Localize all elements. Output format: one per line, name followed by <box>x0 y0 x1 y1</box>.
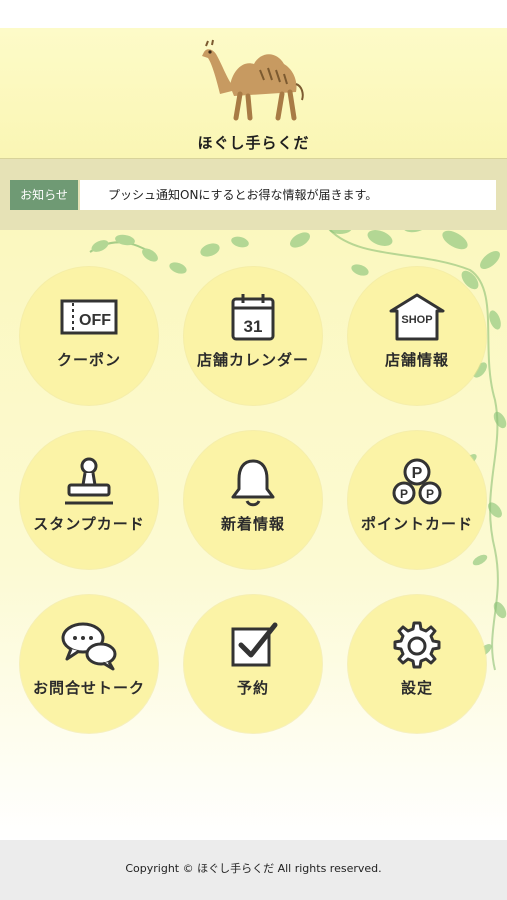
menu-inquiry-talk[interactable]: お問合せトーク <box>20 595 158 733</box>
menu-area: OFF クーポン 31 店舗カレンダー SHOP 店舗情報 スタンプカード 新着… <box>0 230 507 840</box>
menu-settings-label: 設定 <box>400 679 433 697</box>
stamp-icon <box>65 457 113 505</box>
menu-calendar-label: 店舗カレンダー <box>196 351 309 369</box>
shop-icon: SHOP <box>389 293 445 341</box>
menu-shop-info-label: 店舗情報 <box>384 351 449 369</box>
status-bar <box>0 0 507 28</box>
chat-icon <box>61 622 117 671</box>
svg-text:P: P <box>426 487 434 501</box>
svg-text:P: P <box>400 487 408 501</box>
checkbox-icon <box>231 622 278 667</box>
svg-text:OFF: OFF <box>79 312 111 329</box>
menu-coupon-label: クーポン <box>56 351 121 369</box>
news-ticker[interactable]: プッシュ通知ONにするとお得な情報が届きます。 <box>80 180 496 210</box>
coupon-off-icon: OFF <box>60 299 118 335</box>
menu-inquiry-talk-label: お問合せトーク <box>32 679 145 697</box>
svg-text:P: P <box>412 465 423 482</box>
menu-calendar[interactable]: 31 店舗カレンダー <box>184 267 322 405</box>
menu-stamp-card-label: スタンプカード <box>33 515 145 533</box>
menu-point-card[interactable]: P P P ポイントカード <box>348 431 486 569</box>
menu-coupon[interactable]: OFF クーポン <box>20 267 158 405</box>
menu-reservation[interactable]: 予約 <box>184 595 322 733</box>
menu-news[interactable]: 新着情報 <box>184 431 322 569</box>
svg-text:31: 31 <box>244 317 263 336</box>
menu-stamp-card[interactable]: スタンプカード <box>20 431 158 569</box>
menu-settings[interactable]: 設定 <box>348 595 486 733</box>
points-icon: P P P <box>392 458 442 505</box>
app-header: ほぐし手らくだ <box>0 28 507 158</box>
menu-shop-info[interactable]: SHOP 店舗情報 <box>348 267 486 405</box>
menu-point-card-label: ポイントカード <box>360 515 473 533</box>
calendar-icon: 31 <box>231 294 275 341</box>
brand-name: ほぐし手らくだ <box>197 134 310 152</box>
gear-icon <box>393 621 441 669</box>
news-bar[interactable]: お知らせ プッシュ通知ONにするとお得な情報が届きます。 <box>0 158 507 231</box>
svg-text:SHOP: SHOP <box>401 314 432 326</box>
news-tag: お知らせ <box>10 180 78 210</box>
footer: Copyright © ほぐし手らくだ All rights reserved. <box>0 840 507 900</box>
menu-news-label: 新着情報 <box>220 515 285 533</box>
copyright-text: Copyright © ほぐし手らくだ All rights reserved. <box>125 862 382 875</box>
camel-logo <box>202 39 304 121</box>
bell-icon <box>231 459 275 507</box>
menu-reservation-label: 予約 <box>236 679 269 697</box>
